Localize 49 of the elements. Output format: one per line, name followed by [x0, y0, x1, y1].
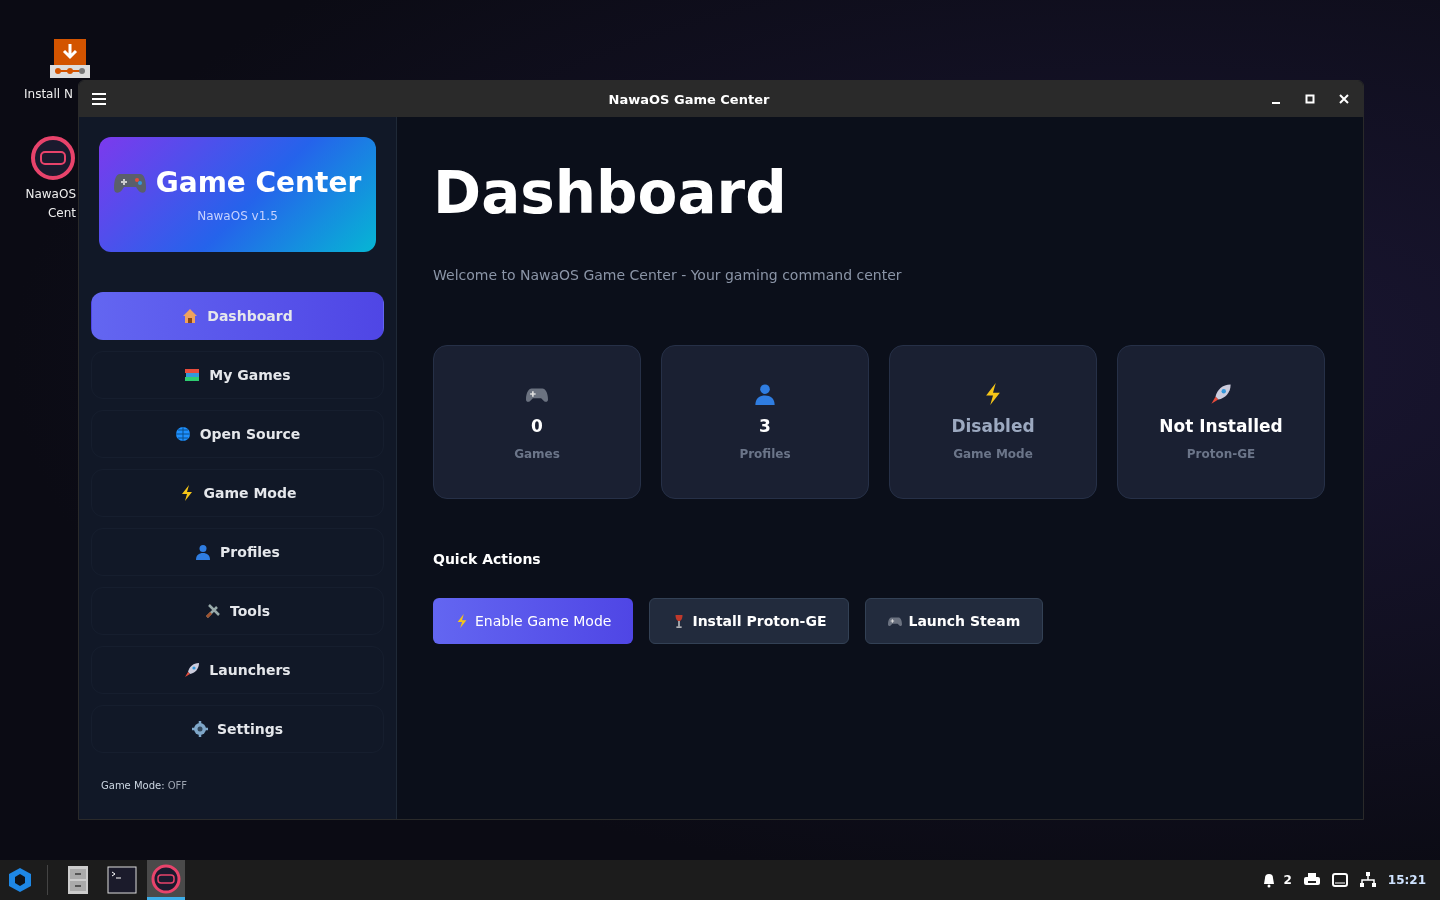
game-mode-status: Game Mode: OFF: [101, 780, 189, 791]
stat-label: Games: [514, 447, 560, 461]
welcome-text: Welcome to NawaOS Game Center - Your gaming command center: [433, 267, 903, 283]
terminal-icon: [107, 865, 137, 895]
bolt-icon: [455, 614, 469, 628]
installer-icon[interactable]: [50, 39, 90, 79]
stat-label: Proton-GE: [1186, 447, 1256, 461]
nav-item[interactable]: Settings: [91, 705, 384, 753]
section-heading: Quick Actions: [433, 551, 542, 567]
menu-icon[interactable]: [91, 92, 107, 106]
hexagon-logo-icon[interactable]: [7, 867, 33, 893]
gear-icon: [191, 721, 208, 737]
stat-value: Not Installed: [1159, 416, 1283, 436]
primary-action-button[interactable]: Enable Game Mode: [433, 598, 634, 644]
window-title: NawaOS Game Center: [607, 91, 771, 107]
tools-icon: [204, 603, 221, 619]
rocket-icon: [184, 662, 201, 678]
rocket-icon: [1210, 383, 1232, 405]
stat-value: 0: [531, 416, 543, 436]
person-icon: [195, 544, 212, 560]
stat-value: 3: [759, 416, 771, 436]
network-icon[interactable]: [1359, 872, 1376, 888]
nav-item[interactable]: Game Mode: [91, 469, 384, 517]
close-icon[interactable]: [1339, 94, 1349, 104]
nav-item[interactable]: Profiles: [91, 528, 384, 576]
version-label: NawaOS v1.5: [197, 209, 278, 223]
globe-icon: [174, 426, 191, 442]
stat-value: Disabled: [951, 416, 1035, 436]
nav-item[interactable]: Dashboard: [91, 292, 384, 340]
page-heading: Dashboard: [433, 158, 788, 229]
display-icon[interactable]: [1331, 873, 1348, 887]
action-button[interactable]: Install Proton-GE: [649, 598, 850, 644]
person-icon: [754, 383, 776, 405]
maximize-icon[interactable]: [1305, 94, 1315, 104]
notification-count: 2: [1283, 873, 1292, 887]
action-button[interactable]: Launch Steam: [865, 598, 1044, 644]
brand-title: Game Center: [155, 166, 362, 199]
desktop-icon-label[interactable]: NawaOS Cent: [22, 185, 76, 223]
nav-item[interactable]: Launchers: [91, 646, 384, 694]
nav-item[interactable]: Tools: [91, 587, 384, 635]
books-icon: [184, 367, 201, 383]
taskbar-app[interactable]: [147, 860, 185, 900]
stat-label: Profiles: [739, 447, 791, 461]
printer-icon[interactable]: [1303, 873, 1320, 887]
nav-item[interactable]: My Games: [91, 351, 384, 399]
stat-label: Game Mode: [953, 447, 1033, 461]
nav-item[interactable]: Open Source: [91, 410, 384, 458]
house-icon: [182, 308, 199, 324]
clock: 15:21: [1387, 873, 1426, 887]
